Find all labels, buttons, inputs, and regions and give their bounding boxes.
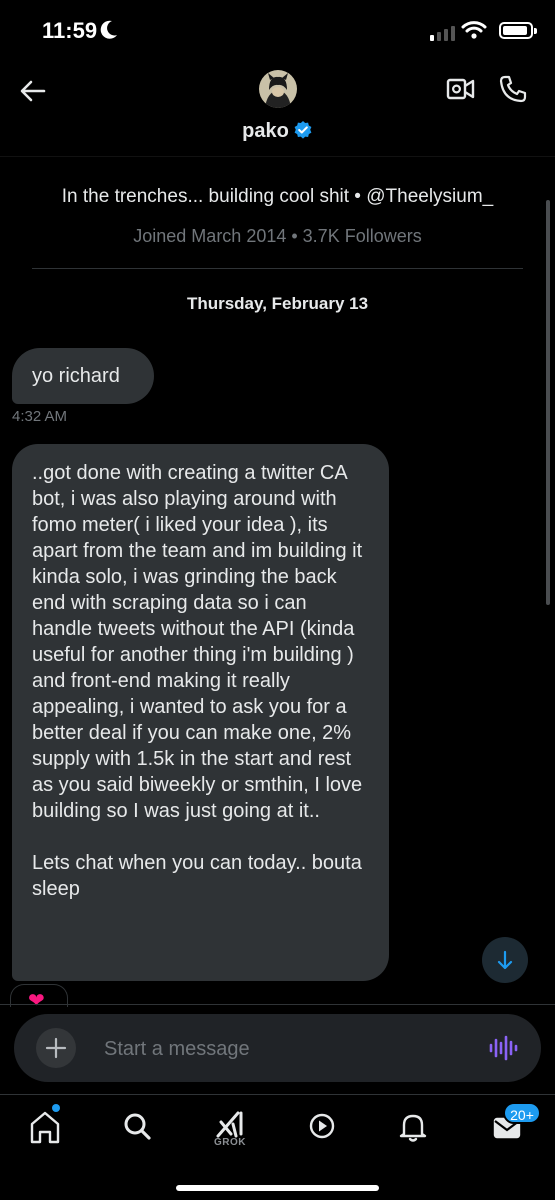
message-timestamp: 4:32 AM	[12, 408, 68, 425]
message-composer	[14, 1014, 541, 1084]
wifi-icon	[461, 21, 487, 39]
nav-video[interactable]	[297, 1104, 347, 1148]
phone-call-icon[interactable]	[498, 74, 528, 104]
date-separator: Thursday, February 13	[186, 294, 369, 313]
nav-home[interactable]	[20, 1104, 70, 1148]
search-icon	[124, 1113, 151, 1140]
message-text: Lets chat when you can today.. bouta sle…	[32, 852, 362, 900]
home-icon	[30, 1111, 60, 1144]
do-not-disturb-icon	[100, 20, 117, 39]
scroll-to-bottom-button[interactable]	[482, 937, 528, 983]
avatar[interactable]	[259, 70, 297, 108]
nav-notifications[interactable]	[388, 1104, 438, 1148]
messages-badge: 20+	[503, 1102, 541, 1124]
voice-message-icon[interactable]	[488, 1034, 518, 1062]
profile-divider	[32, 268, 523, 269]
video-icon	[309, 1113, 335, 1139]
nav-search[interactable]	[112, 1104, 162, 1148]
plus-icon	[45, 1037, 67, 1059]
status-bar: 11:59	[0, 0, 555, 60]
message-text: yo richard	[32, 365, 120, 387]
home-notification-dot	[52, 1104, 60, 1112]
message-input[interactable]	[102, 1014, 466, 1084]
profile-bio: In the trenches... building cool shit • …	[61, 186, 494, 207]
status-time: 11:59	[42, 18, 98, 43]
notifications-icon	[399, 1114, 427, 1142]
grok-label: GROK	[214, 1137, 246, 1148]
message-bubble[interactable]: ..got done with creating a twitter CA bo…	[12, 444, 389, 981]
header-divider	[0, 156, 555, 157]
back-arrow-icon[interactable]	[18, 76, 48, 106]
video-call-icon[interactable]	[446, 76, 476, 102]
home-indicator	[176, 1185, 379, 1191]
battery-icon	[499, 22, 537, 39]
profile-joined: Joined March 2014 • 3.7K Followers	[133, 226, 422, 246]
avatar-image	[259, 70, 297, 108]
composer-divider	[0, 1004, 555, 1005]
cellular-signal-icon	[430, 26, 455, 41]
arrow-down-icon	[497, 950, 513, 970]
verified-badge-icon	[294, 121, 312, 139]
conversation-header[interactable]: pako	[0, 120, 555, 143]
message-bubble[interactable]: yo richard	[12, 348, 154, 404]
add-media-button[interactable]	[36, 1028, 76, 1068]
contact-name: pako	[242, 120, 289, 142]
scrollbar[interactable]	[546, 200, 550, 605]
nav-divider	[0, 1094, 555, 1095]
message-text: ..got done with creating a twitter CA bo…	[32, 462, 363, 822]
